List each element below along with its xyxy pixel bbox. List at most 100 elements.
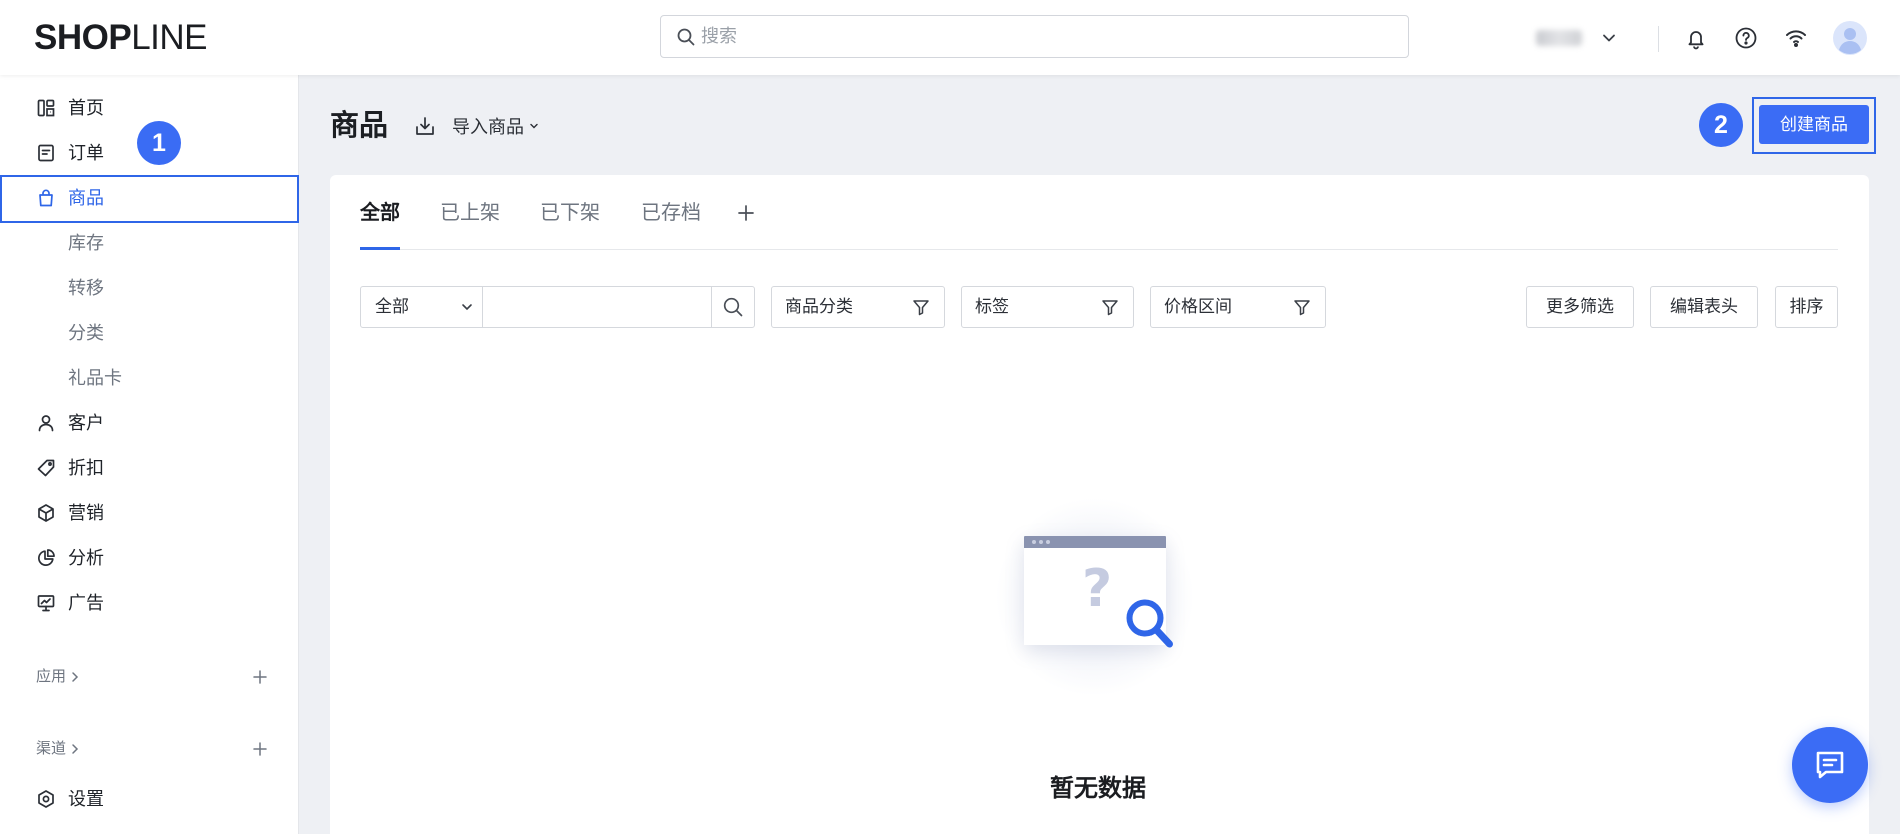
add-app-plus-icon[interactable] <box>252 669 268 685</box>
order-icon <box>36 143 56 163</box>
import-download-icon <box>414 115 436 137</box>
empty-state-text: 暂无数据 <box>1050 775 1146 802</box>
sidebar-item-ads[interactable]: 广告 <box>0 581 298 626</box>
chevron-down-icon <box>459 299 475 315</box>
add-channel-plus-icon[interactable] <box>252 741 268 757</box>
sidebar-item-label: 营销 <box>68 503 104 523</box>
wifi-icon[interactable] <box>1784 26 1808 50</box>
chat-support-button[interactable] <box>1792 727 1868 803</box>
window-dot <box>1032 540 1036 544</box>
create-product-button[interactable]: 创建商品 <box>1759 105 1869 144</box>
step-badge-1: 1 <box>137 121 181 165</box>
section-label: 渠道 <box>36 740 67 757</box>
sidebar-nav: 首页 订单 商品 库存 转移 分类 礼品卡 客户 折扣 营销 分析 广告 <box>0 86 298 626</box>
search-icon <box>676 27 696 47</box>
sidebar-subitem-gift-cards[interactable]: 礼品卡 <box>0 356 298 401</box>
sidebar-item-label: 设置 <box>68 789 104 809</box>
header-divider <box>1658 26 1659 52</box>
cube-icon <box>36 503 56 523</box>
sidebar-item-label: 库存 <box>68 233 104 253</box>
tab-archived[interactable]: 已存档 <box>641 199 701 227</box>
sidebar-item-label: 商品 <box>68 188 104 208</box>
sidebar-item-label: 广告 <box>68 593 104 613</box>
sidebar-subitem-categories[interactable]: 分类 <box>0 311 298 356</box>
price-range-filter[interactable]: 价格区间 <box>1150 286 1326 328</box>
chevron-right-icon <box>69 743 81 755</box>
window-dot <box>1039 540 1043 544</box>
tag-icon <box>36 458 56 478</box>
tab-all[interactable]: 全部 <box>360 199 400 227</box>
funnel-icon <box>1292 297 1312 317</box>
sidebar-item-settings[interactable]: 设置 <box>0 777 298 822</box>
tag-filter[interactable]: 标签 <box>961 286 1134 328</box>
chevron-down-icon[interactable] <box>1600 29 1618 47</box>
sidebar-item-label: 折扣 <box>68 458 104 478</box>
import-products-button[interactable]: 导入商品 <box>414 113 540 139</box>
edit-columns-button[interactable]: 编辑表头 <box>1650 286 1758 328</box>
search-input[interactable] <box>699 16 1389 57</box>
sidebar-item-products[interactable]: 商品 <box>0 176 298 221</box>
add-tab-plus-icon[interactable] <box>737 204 755 222</box>
ad-monitor-icon <box>36 593 56 613</box>
question-mark-icon: ? <box>1082 559 1113 619</box>
tabs-divider <box>360 249 1838 250</box>
sidebar-item-label: 客户 <box>68 413 104 433</box>
tab-unlisted[interactable]: 已下架 <box>540 199 600 227</box>
sidebar-section-channels[interactable]: 渠道 <box>36 738 276 760</box>
sidebar-section-apps[interactable]: 应用 <box>36 666 276 688</box>
sidebar-item-label: 首页 <box>68 98 104 118</box>
sidebar-item-customers[interactable]: 客户 <box>0 401 298 446</box>
section-label: 应用 <box>36 668 67 685</box>
shopline-logo[interactable]: SHOPLINE <box>34 17 208 59</box>
page-title: 商品 <box>330 110 389 142</box>
bag-icon <box>36 188 56 208</box>
step-badge-2: 2 <box>1699 103 1743 147</box>
tab-listed[interactable]: 已上架 <box>440 199 500 227</box>
products-card: 全部 已上架 已下架 已存档 全部 商品分类 标签 价格区间 更多筛选 编辑表头… <box>330 175 1869 834</box>
global-search <box>660 15 1409 58</box>
user-icon <box>36 413 56 433</box>
avatar-icon[interactable] <box>1833 21 1867 55</box>
sidebar-item-label: 分类 <box>68 323 104 343</box>
top-header: SHOPLINE <box>0 0 1900 75</box>
price-filter-label: 价格区间 <box>1164 297 1232 316</box>
category-filter[interactable]: 商品分类 <box>771 286 945 328</box>
sort-button[interactable]: 排序 <box>1775 286 1838 328</box>
window-dot <box>1046 540 1050 544</box>
more-filters-button[interactable]: 更多筛选 <box>1526 286 1634 328</box>
import-label: 导入商品 <box>452 117 524 137</box>
settings-icon <box>36 789 56 809</box>
sidebar-item-analytics[interactable]: 分析 <box>0 536 298 581</box>
dashboard-icon <box>36 98 56 118</box>
chevron-right-icon <box>69 671 81 683</box>
product-search-button[interactable] <box>711 287 754 327</box>
bell-icon[interactable] <box>1684 26 1708 50</box>
magnifier-icon <box>1120 593 1178 653</box>
sidebar-item-label: 礼品卡 <box>68 368 122 388</box>
scope-select[interactable]: 全部 <box>361 287 483 327</box>
sidebar: 首页 订单 商品 库存 转移 分类 礼品卡 客户 折扣 营销 分析 广告 应用 … <box>0 75 299 834</box>
sidebar-item-label: 订单 <box>68 143 104 163</box>
search-filter-group: 全部 <box>360 286 755 328</box>
sidebar-subitem-transfer[interactable]: 转移 <box>0 266 298 311</box>
funnel-icon <box>1100 297 1120 317</box>
sidebar-item-label: 转移 <box>68 278 104 298</box>
user-name-blurred[interactable] <box>1536 30 1582 46</box>
logo-part-1: SHOP <box>34 18 132 57</box>
pie-chart-icon <box>36 548 56 568</box>
product-search-input[interactable] <box>483 287 711 327</box>
sidebar-subitem-inventory[interactable]: 库存 <box>0 221 298 266</box>
category-filter-label: 商品分类 <box>785 297 853 316</box>
funnel-icon <box>911 297 931 317</box>
tag-filter-label: 标签 <box>975 297 1009 316</box>
scope-select-value: 全部 <box>375 297 409 316</box>
logo-part-2: LINE <box>131 18 208 57</box>
sidebar-item-label: 分析 <box>68 548 104 568</box>
sidebar-item-discounts[interactable]: 折扣 <box>0 446 298 491</box>
active-tab-indicator <box>360 247 400 250</box>
chat-bubble-icon <box>1816 751 1844 779</box>
sidebar-item-marketing[interactable]: 营销 <box>0 491 298 536</box>
chevron-down-icon <box>528 120 540 132</box>
help-icon[interactable] <box>1734 26 1758 50</box>
search-icon <box>723 297 743 317</box>
